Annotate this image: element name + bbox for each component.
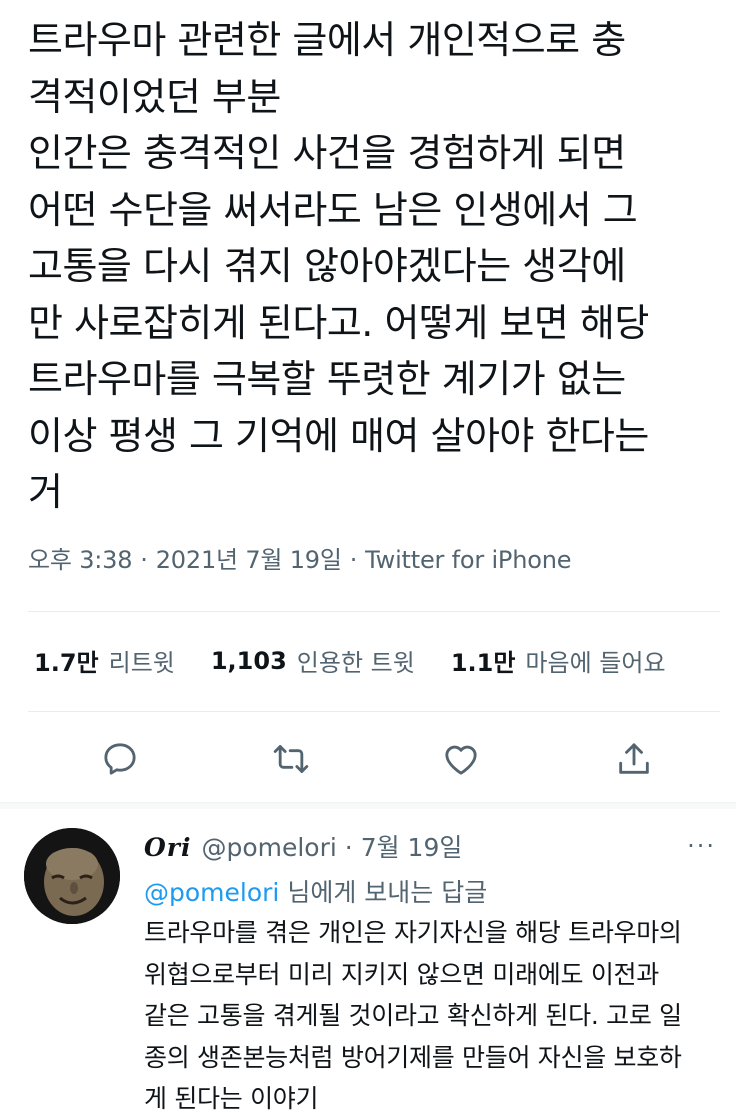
quotes-stat[interactable]: 1,103 인용한 트윗 [211,643,415,678]
tweet-metadata: 오후 3:38 · 2021년 7월 19일 · Twitter for iPhone [28,540,571,575]
reply-author-handle[interactable]: @pomelori [201,833,336,862]
tweet-source[interactable]: Twitter for iPhone [365,546,571,574]
reply-icon [104,743,136,775]
likes-stat[interactable]: 1.1만 마음에 들어요 [451,643,666,678]
meta-separator: · [344,833,353,862]
tweet-actions [0,735,736,783]
retweets-stat[interactable]: 1.7만 리트윗 [34,643,175,678]
likes-label: 마음에 들어요 [525,649,666,677]
like-icon [445,745,477,775]
like-button[interactable] [437,735,485,783]
retweets-count: 1.7만 [34,649,99,677]
retweet-button[interactable] [267,735,315,783]
avatar-image [24,828,120,924]
reply-date[interactable]: 7월 19일 [361,833,463,862]
more-options-icon[interactable]: ··· [687,832,716,860]
quotes-label: 인용한 트윗 [296,649,415,677]
tweet-date[interactable]: 2021년 7월 19일 [156,546,342,574]
replying-to: @pomelori 님에게 보내는 답글 [144,873,487,909]
tweet-text: 트라우마 관련한 글에서 개인적으로 충 격적이었던 부분 인간은 충격적인 사… [28,18,649,514]
divider [28,711,720,712]
replying-to-handle[interactable]: @pomelori [144,878,279,907]
quotes-count: 1,103 [210,646,287,675]
meta-separator: · [349,546,358,574]
retweet-icon [273,745,309,773]
replying-to-label: 님에게 보내는 답글 [287,878,488,907]
reply-text: 트라우마를 겪은 개인은 자기자신을 해당 트라우마의 위협으로부터 미리 지키… [144,918,682,1113]
retweets-label: 리트윗 [108,649,175,677]
reply-header: Ori @pomelori · 7월 19일 [144,828,462,864]
reply-button[interactable] [96,735,144,783]
reply-tweet[interactable]: Ori @pomelori · 7월 19일 ··· @pomelori 님에게 … [0,808,736,1113]
avatar[interactable] [24,828,120,924]
tweet-stats: 1.7만 리트윗 1,103 인용한 트윗 1.1만 마음에 들어요 [34,643,666,678]
tweet-time[interactable]: 오후 3:38 [28,546,132,574]
likes-count: 1.1만 [450,649,516,677]
share-icon [619,743,649,774]
meta-separator: · [140,546,148,574]
divider [28,611,720,612]
reply-author-name[interactable]: Ori [144,833,191,862]
share-button[interactable] [610,735,658,783]
